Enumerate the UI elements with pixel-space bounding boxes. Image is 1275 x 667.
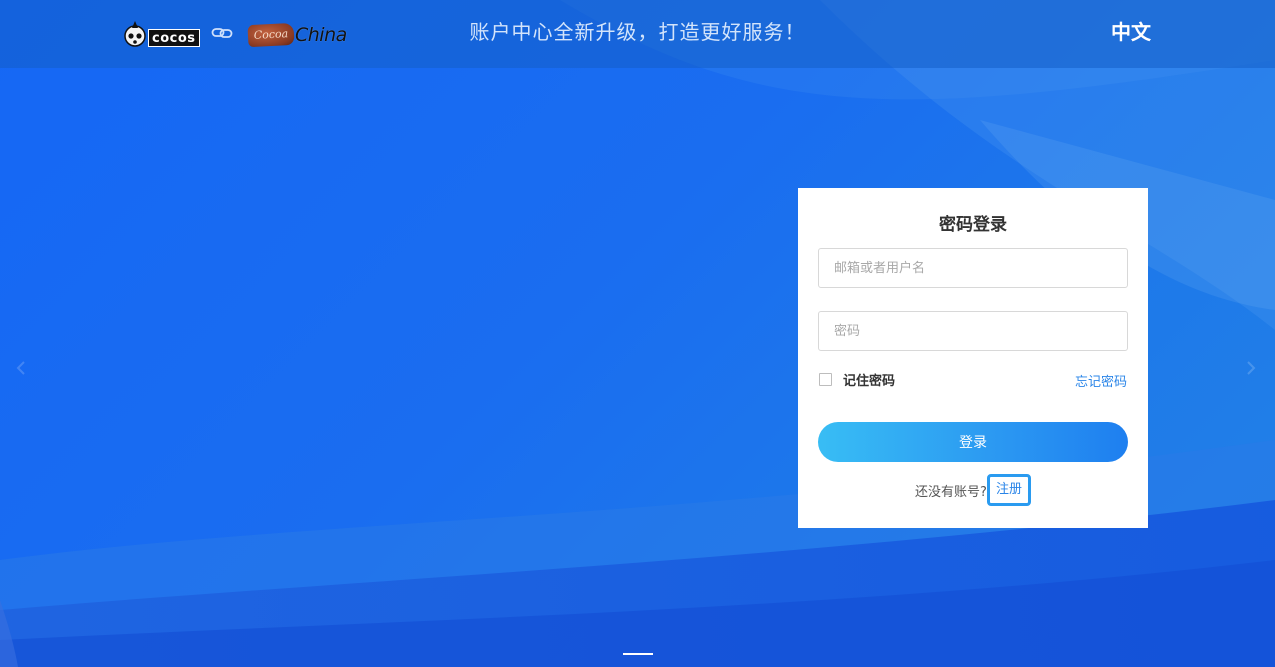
login-card: 密码登录 记住密码 忘记密码 登录 还没有账号? 注册 [798,188,1148,528]
remember-label: 记住密码 [843,373,896,389]
language-switch[interactable]: 中文 [1105,0,1157,64]
password-input[interactable] [818,311,1128,351]
login-button[interactable]: 登录 [818,422,1128,462]
chevron-right-icon[interactable] [1246,360,1256,376]
no-account-text: 还没有账号? [915,484,987,500]
signup-row: 还没有账号? 注册 [798,472,1148,508]
header-slogan: 账户中心全新升级，打造更好服务！ [469,20,806,44]
remember-password-row: 记住密码 [819,371,896,389]
login-title: 密码登录 [939,215,1007,235]
carousel-indicator[interactable] [623,653,653,655]
remember-checkbox[interactable] [819,372,832,386]
login-page: cocos Cocoa China 账户中心全新升级，打造更好服务！ 中文 密码… [0,0,1275,667]
forgot-password-link[interactable]: 忘记密码 [1075,371,1127,390]
chevron-left-icon[interactable] [16,360,26,376]
signup-link[interactable]: 注册 [986,474,1031,506]
top-header: cocos Cocoa China 账户中心全新升级，打造更好服务！ 中文 [0,0,1275,68]
username-input[interactable] [818,248,1128,288]
